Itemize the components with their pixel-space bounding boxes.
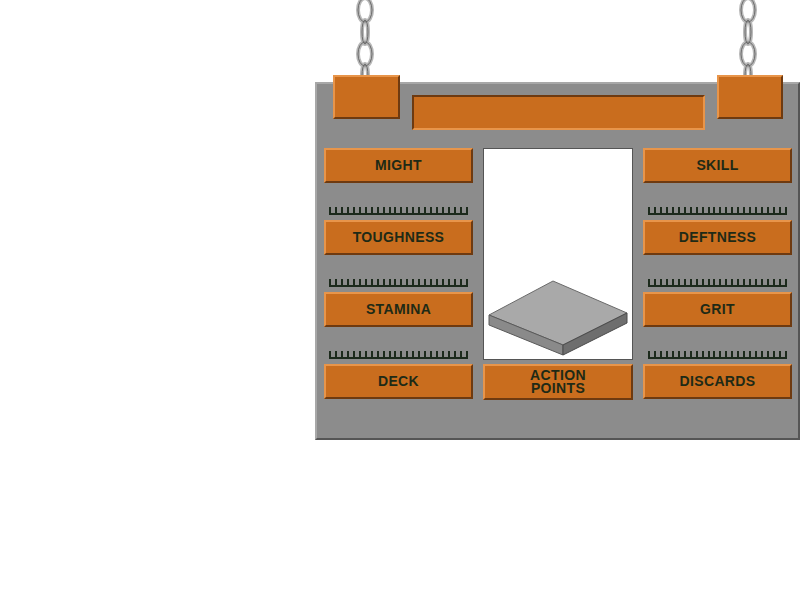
stat-ruler — [643, 255, 792, 292]
title-bar — [412, 95, 705, 130]
stone-slab-icon — [487, 279, 629, 357]
stat-button[interactable]: TOUGHNESS — [324, 220, 473, 255]
stat-ruler — [324, 183, 473, 220]
center-column: ACTION POINTS — [483, 148, 633, 400]
stat-button[interactable]: DISCARDS — [643, 364, 792, 399]
stat-ruler — [643, 183, 792, 220]
stat-button[interactable]: STAMINA — [324, 292, 473, 327]
hanger-left — [333, 75, 400, 119]
stat-button[interactable]: GRIT — [643, 292, 792, 327]
action-points-button[interactable]: ACTION POINTS — [483, 364, 633, 400]
screen: MIGHT TOUGHNESS STAMINA DECK ACTION POINTS SK… — [0, 0, 800, 600]
stat-ruler — [324, 327, 473, 364]
stat-button[interactable]: SKILL — [643, 148, 792, 183]
stat-button[interactable]: DEFTNESS — [643, 220, 792, 255]
stat-ruler — [324, 255, 473, 292]
stat-ruler — [643, 327, 792, 364]
hanger-right — [717, 75, 783, 119]
portrait-box — [483, 148, 633, 360]
stats-grid: MIGHT TOUGHNESS STAMINA DECK ACTION POINTS SK… — [324, 148, 798, 400]
stats-panel: MIGHT TOUGHNESS STAMINA DECK ACTION POINTS SK… — [315, 82, 800, 440]
left-column: MIGHT TOUGHNESS STAMINA DECK — [324, 148, 473, 400]
stat-button[interactable]: DECK — [324, 364, 473, 399]
stat-button[interactable]: MIGHT — [324, 148, 473, 183]
right-column: SKILL DEFTNESS GRIT DISCARDS — [643, 148, 792, 400]
